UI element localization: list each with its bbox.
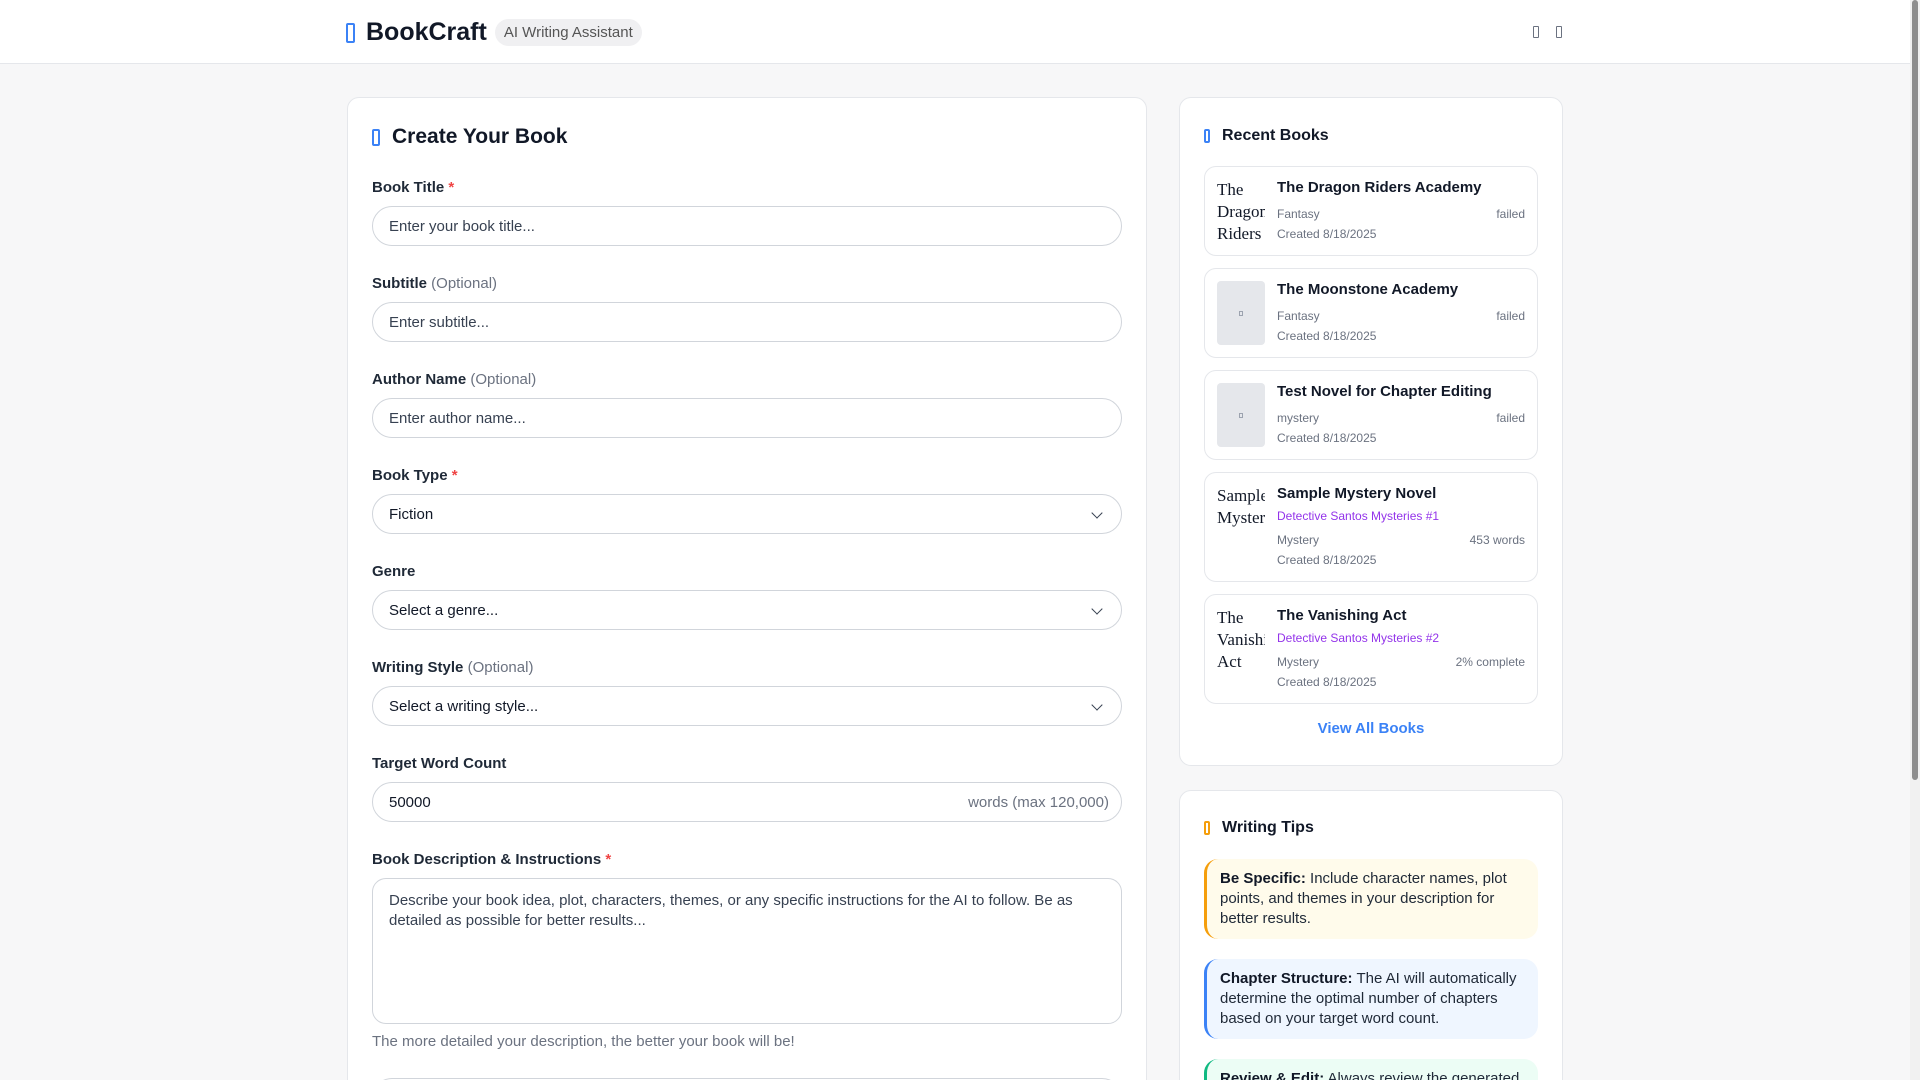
book-status: failed bbox=[1496, 309, 1525, 323]
book-type-label: Book Type * bbox=[372, 467, 458, 484]
view-all-books-link[interactable]: View All Books bbox=[1180, 720, 1562, 737]
book-cover: The Vanishing Act bbox=[1217, 608, 1265, 671]
book-genre: mystery bbox=[1277, 411, 1319, 425]
tip-chapter-structure: Chapter Structure: The AI will automatic… bbox=[1204, 959, 1538, 1039]
word-count-suffix: words (max 120,000) bbox=[968, 794, 1109, 811]
book-title: The Dragon Riders Academy bbox=[1277, 179, 1482, 196]
book-cover-placeholder bbox=[1217, 383, 1265, 447]
recent-book-item[interactable]: The Moonstone Academy Fantasy failed Cre… bbox=[1204, 268, 1538, 358]
book-created-date: Created 8/18/2025 bbox=[1277, 553, 1377, 567]
book-title-input[interactable] bbox=[372, 206, 1122, 246]
genre-value: Select a genre... bbox=[389, 601, 499, 619]
chevron-down-icon bbox=[1091, 507, 1103, 519]
book-word-count: 453 words bbox=[1469, 533, 1525, 547]
chevron-down-icon bbox=[1091, 699, 1103, 711]
lightbulb-icon bbox=[1204, 821, 1210, 835]
recent-book-item[interactable]: The Vanishing Act The Vanishing Act Dete… bbox=[1204, 594, 1538, 704]
page-title: Create Your Book bbox=[392, 125, 568, 148]
brand[interactable]: BookCraft AI Writing Assistant bbox=[346, 18, 642, 47]
book-icon bbox=[372, 128, 380, 146]
recent-books-title-row: Recent Books bbox=[1204, 127, 1329, 145]
book-series: Detective Santos Mysteries #1 bbox=[1277, 509, 1440, 523]
tip-heading: Chapter Structure: bbox=[1220, 970, 1353, 987]
tip-be-specific: Be Specific: Include character names, pl… bbox=[1204, 859, 1538, 939]
user-icon[interactable] bbox=[1533, 26, 1539, 38]
word-count-value: 50000 bbox=[389, 793, 431, 811]
book-cover: The Dragon Riders Academy bbox=[1217, 180, 1265, 243]
book-title: Test Novel for Chapter Editing bbox=[1277, 383, 1492, 400]
description-label: Book Description & Instructions * bbox=[372, 851, 612, 868]
book-series: Detective Santos Mysteries #2 bbox=[1277, 631, 1440, 645]
book-created-date: Created 8/18/2025 bbox=[1277, 227, 1377, 241]
genre-label: Genre bbox=[372, 563, 416, 580]
book-icon bbox=[1204, 129, 1210, 143]
book-genre: Mystery bbox=[1277, 655, 1319, 669]
book-title: The Vanishing Act bbox=[1277, 607, 1407, 624]
book-progress: 2% complete bbox=[1455, 655, 1525, 669]
book-genre: Fantasy bbox=[1277, 207, 1320, 221]
scrollbar-thumb[interactable] bbox=[1912, 0, 1918, 780]
book-status: failed bbox=[1496, 411, 1525, 425]
book-icon bbox=[1239, 311, 1243, 316]
book-title: The Moonstone Academy bbox=[1277, 281, 1459, 298]
description-hint: The more detailed your description, the … bbox=[372, 1033, 795, 1050]
writing-style-label: Writing Style (Optional) bbox=[372, 659, 534, 676]
book-status: failed bbox=[1496, 207, 1525, 221]
brand-name: BookCraft bbox=[366, 18, 487, 46]
tip-heading: Be Specific: bbox=[1220, 870, 1306, 887]
writing-style-value: Select a writing style... bbox=[389, 697, 539, 715]
recent-books-title: Recent Books bbox=[1222, 127, 1329, 144]
book-created-date: Created 8/18/2025 bbox=[1277, 675, 1377, 689]
create-book-card: Create Your Book Book Title * Subtitle (… bbox=[347, 97, 1147, 1080]
recent-book-item[interactable]: The Dragon Riders Academy The Dragon Rid… bbox=[1204, 166, 1538, 256]
writing-tips-title: Writing Tips bbox=[1222, 819, 1314, 836]
recent-books-card: Recent Books The Dragon Riders Academy T… bbox=[1179, 97, 1563, 766]
recent-book-item[interactable]: Test Novel for Chapter Editing mystery f… bbox=[1204, 370, 1538, 460]
tip-review-edit: Review & Edit: Always review the generat… bbox=[1204, 1059, 1538, 1080]
book-created-date: Created 8/18/2025 bbox=[1277, 329, 1377, 343]
chevron-down-icon bbox=[1091, 603, 1103, 615]
brand-tagline: AI Writing Assistant bbox=[494, 19, 642, 46]
description-textarea[interactable]: Describe your book idea, plot, character… bbox=[372, 878, 1122, 1024]
book-genre: Fantasy bbox=[1277, 309, 1320, 323]
author-label: Author Name (Optional) bbox=[372, 371, 537, 388]
writing-style-select[interactable]: Select a writing style... bbox=[372, 686, 1122, 726]
book-type-value: Fiction bbox=[389, 505, 434, 523]
author-name-input[interactable] bbox=[372, 398, 1122, 438]
writing-tips-title-row: Writing Tips bbox=[1204, 819, 1314, 837]
book-type-select[interactable]: Fiction bbox=[372, 494, 1122, 534]
book-cover: Sample Mystery bbox=[1217, 486, 1265, 527]
page-scrollbar[interactable] bbox=[1910, 0, 1920, 1080]
tip-heading: Review & Edit: bbox=[1220, 1070, 1325, 1080]
writing-tips-card: Writing Tips Be Specific: Include charac… bbox=[1179, 790, 1563, 1080]
subtitle-input[interactable] bbox=[372, 302, 1122, 342]
menu-icon[interactable] bbox=[1556, 26, 1562, 38]
book-title-label: Book Title * bbox=[372, 179, 455, 196]
genre-select[interactable]: Select a genre... bbox=[372, 590, 1122, 630]
word-count-label: Target Word Count bbox=[372, 755, 507, 772]
book-created-date: Created 8/18/2025 bbox=[1277, 431, 1377, 445]
book-title: Sample Mystery Novel bbox=[1277, 485, 1437, 502]
book-genre: Mystery bbox=[1277, 533, 1319, 547]
form-title-row: Create Your Book bbox=[372, 125, 567, 149]
book-icon bbox=[1239, 413, 1243, 418]
top-navbar: BookCraft AI Writing Assistant bbox=[0, 0, 1910, 64]
book-icon bbox=[346, 22, 355, 43]
subtitle-label: Subtitle (Optional) bbox=[372, 275, 498, 292]
word-count-input[interactable]: 50000 words (max 120,000) bbox=[372, 782, 1122, 822]
recent-book-item[interactable]: Sample Mystery Sample Mystery Novel Dete… bbox=[1204, 472, 1538, 582]
tip-text: Always review the generated bbox=[1327, 1070, 1520, 1080]
book-cover-placeholder bbox=[1217, 281, 1265, 345]
